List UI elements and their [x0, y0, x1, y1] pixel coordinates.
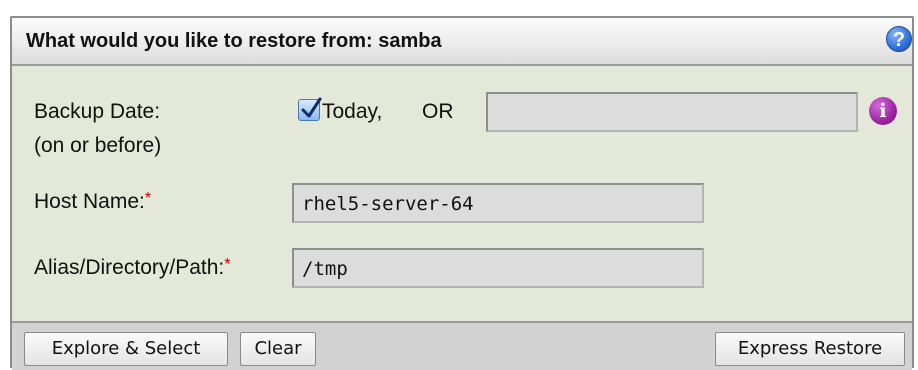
today-checkbox[interactable]	[298, 97, 322, 121]
dialog-title: What would you like to restore from: sam…	[26, 30, 442, 52]
dialog-header: What would you like to restore from: sam…	[12, 18, 912, 66]
or-label: OR	[422, 100, 454, 123]
clear-button[interactable]: Clear	[240, 332, 316, 366]
path-label: Alias/Directory/Path:*	[34, 256, 231, 279]
express-restore-button[interactable]: Express Restore	[715, 332, 905, 366]
info-icon[interactable]: i	[869, 97, 897, 125]
restore-dialog: What would you like to restore from: sam…	[10, 16, 914, 370]
required-marker: *	[224, 256, 231, 273]
backup-date-sublabel: (on or before)	[34, 134, 162, 157]
host-name-label: Host Name:*	[34, 190, 152, 213]
backup-date-input[interactable]	[486, 92, 858, 132]
help-icon[interactable]: ?	[886, 26, 912, 52]
today-label: Today,	[322, 100, 383, 123]
dialog-footer: Explore & Select Clear Express Restore	[12, 321, 912, 370]
explore-select-button[interactable]: Explore & Select	[24, 332, 228, 366]
backup-date-label: Backup Date:	[34, 100, 161, 123]
check-icon	[301, 97, 322, 118]
path-input[interactable]: /tmp	[292, 248, 704, 288]
required-marker: *	[144, 190, 152, 207]
host-name-input[interactable]: rhel5-server-64	[292, 183, 704, 223]
